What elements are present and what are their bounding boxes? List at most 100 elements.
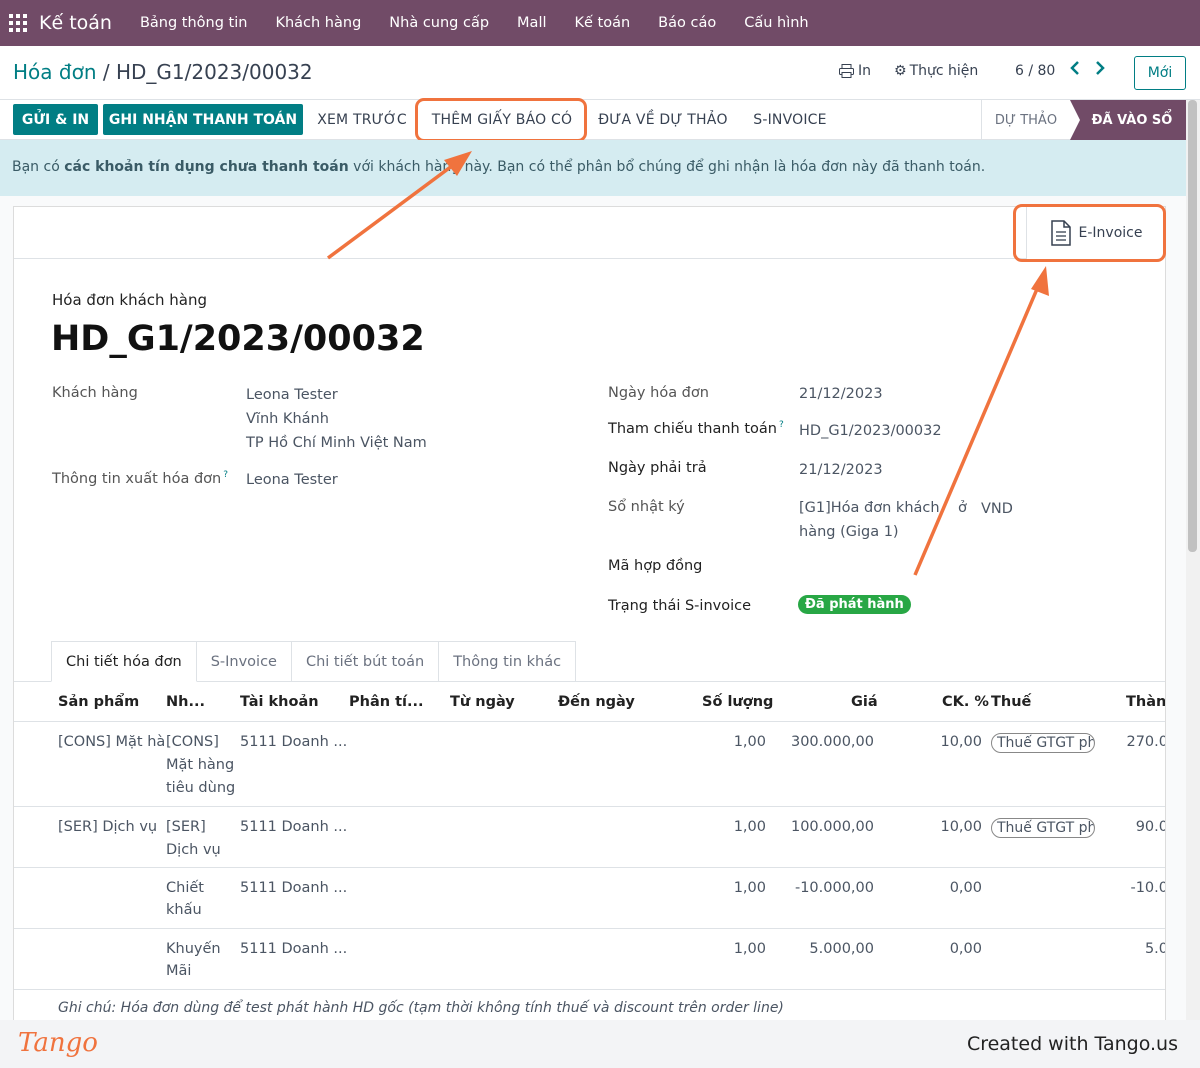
row1-price[interactable]: 300.000,00 [784,731,874,753]
row4-quantity[interactable]: 1,00 [702,938,766,960]
invoice-form-sheet: E-Invoice Hóa đơn khách hàng HD_G1/2023/… [13,206,1166,1036]
row1-quantity[interactable]: 1,00 [702,731,766,753]
status-draft[interactable]: DỰ THẢO [982,100,1070,140]
row3-account[interactable]: 5111 Doanh ... [240,877,347,899]
tab-invoice-lines[interactable]: Chi tiết hóa đơn [51,641,197,682]
column-header-discount[interactable]: CK. % [942,694,989,710]
status-posted[interactable]: ĐÃ VÀO SỔ [1082,100,1182,140]
nav-item-accounting[interactable]: Kế toán [561,15,645,31]
nav-item-dashboard[interactable]: Bảng thông tin [126,15,262,31]
column-header-to-date[interactable]: Đến ngày [558,694,635,710]
journal-label: Sổ nhật ký [608,499,685,515]
register-payment-button[interactable]: GHI NHẬN THANH TOÁN [103,104,303,135]
tab-other-info[interactable]: Thông tin khác [438,641,577,682]
scrollbar-thumb[interactable] [1188,100,1197,552]
print-label: In [858,63,872,79]
journal-value-line1[interactable]: [G1]Hóa đơn khách [799,496,940,520]
row2-discount[interactable]: 10,00 [920,816,982,838]
nav-item-customers[interactable]: Khách hàng [261,15,375,31]
document-type: Hóa đơn khách hàng [52,291,208,309]
breadcrumb-invoices-link[interactable]: Hóa đơn [13,60,97,84]
row2-tax-tag[interactable]: Thuế GTGT phả [991,818,1095,838]
reset-to-draft-button[interactable]: ĐƯA VỀ DỰ THẢO [592,104,734,135]
row3-price[interactable]: -10.000,00 [784,877,874,899]
row4-discount[interactable]: 0,00 [920,938,982,960]
row3-quantity[interactable]: 1,00 [702,877,766,899]
chevron-left-icon [1070,61,1079,75]
page-scrollbar[interactable] [1186,100,1200,1020]
row1-discount[interactable]: 10,00 [920,731,982,753]
row1-subtotal: 270.0 [1126,734,1166,750]
tango-logo: Tango [18,1028,98,1058]
preview-button[interactable]: XEM TRƯỚC [311,104,413,135]
banner-credits-link[interactable]: các khoản tín dụng chưa thanh toán [64,159,348,175]
row4-price[interactable]: 5.000,00 [784,938,874,960]
help-icon[interactable]: ? [779,420,784,430]
nav-item-vendors[interactable]: Nhà cung cấp [375,15,503,31]
action-bar: GỬI & IN GHI NHẬN THANH TOÁN XEM TRƯỚC T… [0,100,1200,140]
customer-address-line1: Vĩnh Khánh [246,411,329,427]
journal-value-line2: hàng (Giga 1) [799,524,899,540]
column-header-analytic[interactable]: Phân tí... [349,694,424,710]
billing-info-label: Thông tin xuất hóa đơn? [52,470,228,487]
row2-label-line1[interactable]: [SER] [166,816,206,838]
banner-text-post: với khách hàng này. Bạn có thể phân bổ c… [348,159,986,175]
billing-info-value[interactable]: Leona Tester [246,468,338,492]
currency-value[interactable]: VND [981,497,1013,521]
row1-label-line1[interactable]: [CONS] [166,731,219,753]
row1-account[interactable]: 5111 Doanh ... [240,731,347,753]
payment-reference-label: Tham chiếu thanh toán? [608,420,784,437]
invoice-date-value[interactable]: 21/12/2023 [799,382,883,406]
row2-product[interactable]: [SER] Dịch vụ [58,816,157,838]
row3-label-line1[interactable]: Chiết [166,877,204,899]
highlight-credit-note [415,98,587,142]
invoice-note[interactable]: Ghi chú: Hóa đơn dùng để test phát hành … [58,1000,784,1016]
column-header-label[interactable]: Nh... [166,694,205,710]
row4-account[interactable]: 5111 Doanh ... [240,938,347,960]
row3-discount[interactable]: 0,00 [920,877,982,899]
nav-item-reports[interactable]: Báo cáo [644,15,730,31]
action-menu-button[interactable]: ⚙ Thực hiện [894,63,978,79]
tab-journal-items[interactable]: Chi tiết bút toán [290,641,440,682]
row4-label-line1[interactable]: Khuyến [166,938,221,960]
column-header-product[interactable]: Sản phẩm [58,694,139,710]
app-name[interactable]: Kế toán [39,12,112,34]
help-icon[interactable]: ? [223,470,228,480]
new-button[interactable]: Mới [1134,56,1186,90]
column-header-account[interactable]: Tài khoản [240,694,319,710]
payment-reference-value[interactable]: HD_G1/2023/00032 [799,419,942,443]
column-header-subtotal[interactable]: Thành [1126,694,1165,710]
column-header-from-date[interactable]: Từ ngày [450,694,515,710]
due-date-value[interactable]: 21/12/2023 [799,458,883,482]
outstanding-credits-banner: Bạn có các khoản tín dụng chưa thanh toá… [0,140,1186,196]
customer-address-line2: TP Hồ Chí Minh Việt Nam [246,435,427,451]
row1-label-line2: Mặt hàng [166,757,235,773]
highlight-e-invoice [1013,204,1166,262]
customer-name[interactable]: Leona Tester [246,383,338,407]
send-print-button[interactable]: GỬI & IN [13,104,98,135]
column-header-quantity[interactable]: Số lượng [702,694,773,710]
invoice-date-label: Ngày hóa đơn [608,385,709,401]
pager-next-button[interactable] [1094,61,1106,75]
nav-item-mall[interactable]: Mall [503,15,560,31]
row2-quantity[interactable]: 1,00 [702,816,766,838]
row1-tax-tag[interactable]: Thuế GTGT phả [991,733,1095,753]
s-invoice-status-label: Trạng thái S-invoice [608,598,752,614]
printer-icon [839,64,854,78]
row1-product[interactable]: [CONS] Mặt hàn [58,731,165,753]
apps-grid-icon[interactable] [9,0,37,46]
nav-item-configuration[interactable]: Cấu hình [730,15,822,31]
row3-subtotal: -10.0 [1130,880,1166,896]
print-button[interactable]: In [839,63,871,79]
column-header-price[interactable]: Giá [851,694,878,710]
pager-value[interactable]: 6 / 80 [1015,63,1055,79]
row2-price[interactable]: 100.000,00 [784,816,874,838]
column-header-taxes[interactable]: Thuế [991,694,1031,710]
row-divider [14,806,1165,807]
breadcrumb-current: HD_G1/2023/00032 [115,60,313,84]
tab-s-invoice[interactable]: S-Invoice [195,641,292,682]
row2-account[interactable]: 5111 Doanh ... [240,816,347,838]
action-label: Thực hiện [909,63,979,79]
s-invoice-button[interactable]: S-INVOICE [745,104,835,135]
pager-previous-button[interactable] [1069,61,1081,75]
